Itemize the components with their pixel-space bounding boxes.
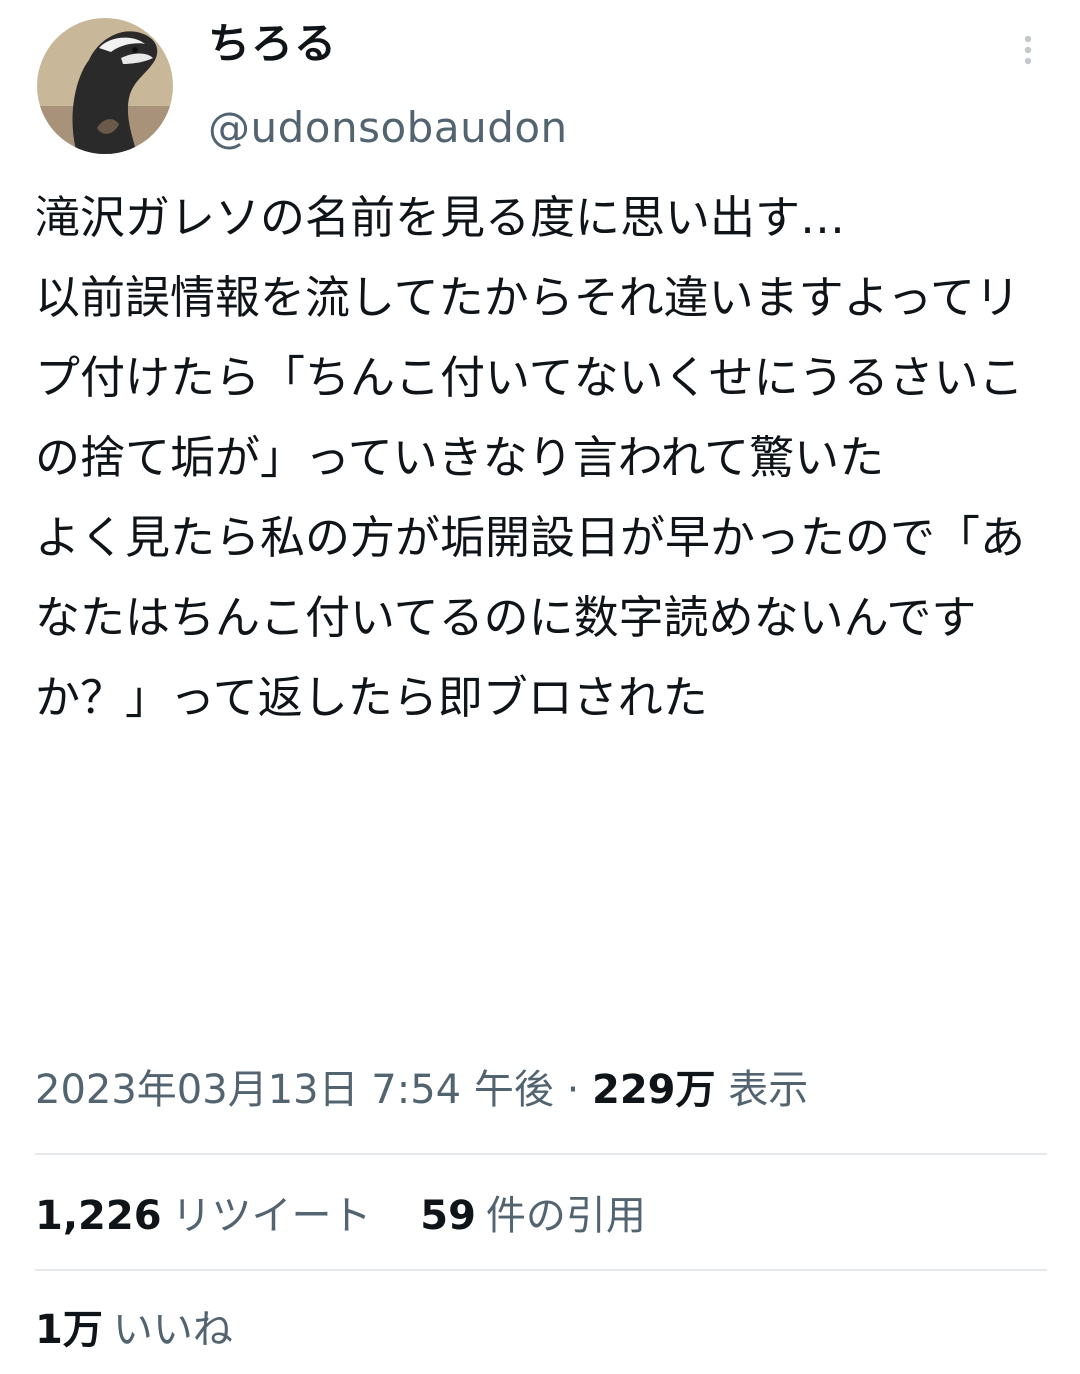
- stats-row-likes: 1万 いいね: [35, 1300, 269, 1360]
- user-display-name[interactable]: ちろる: [208, 14, 337, 74]
- more-vertical-icon[interactable]: [1008, 30, 1048, 70]
- tweet-timestamp[interactable]: 2023年03月13日 7:54 午後: [35, 1067, 554, 1113]
- retweets-count: 1,226: [35, 1193, 162, 1239]
- user-avatar[interactable]: [37, 18, 173, 154]
- penguin-avatar-icon: [37, 18, 173, 154]
- quotes-label: 件の引用: [485, 1193, 646, 1239]
- meta-separator: ·: [566, 1067, 580, 1113]
- tweet-meta: 2023年03月13日 7:54 午後 · 229万 表示: [35, 1060, 808, 1120]
- likes-count: 1万: [35, 1307, 103, 1353]
- likes-stat[interactable]: 1万 いいね: [35, 1300, 233, 1360]
- retweets-stat[interactable]: 1,226 リツイート: [35, 1186, 372, 1246]
- quotes-stat[interactable]: 59 件の引用: [420, 1186, 646, 1246]
- quotes-count: 59: [420, 1193, 476, 1239]
- divider: [35, 1153, 1047, 1155]
- stats-row-retweets: 1,226 リツイート 59 件の引用: [35, 1186, 682, 1246]
- tweet-text: 滝沢ガレソの名前を見る度に思い出す… 以前誤情報を流してたからそれ違いますよって…: [35, 191, 1026, 724]
- retweets-label: リツイート: [171, 1193, 372, 1239]
- user-handle[interactable]: @udonsobaudon: [208, 100, 568, 156]
- divider: [35, 1269, 1047, 1271]
- views-label: 表示: [728, 1067, 809, 1113]
- views-count: 229万: [592, 1067, 716, 1113]
- likes-label: いいね: [112, 1307, 233, 1353]
